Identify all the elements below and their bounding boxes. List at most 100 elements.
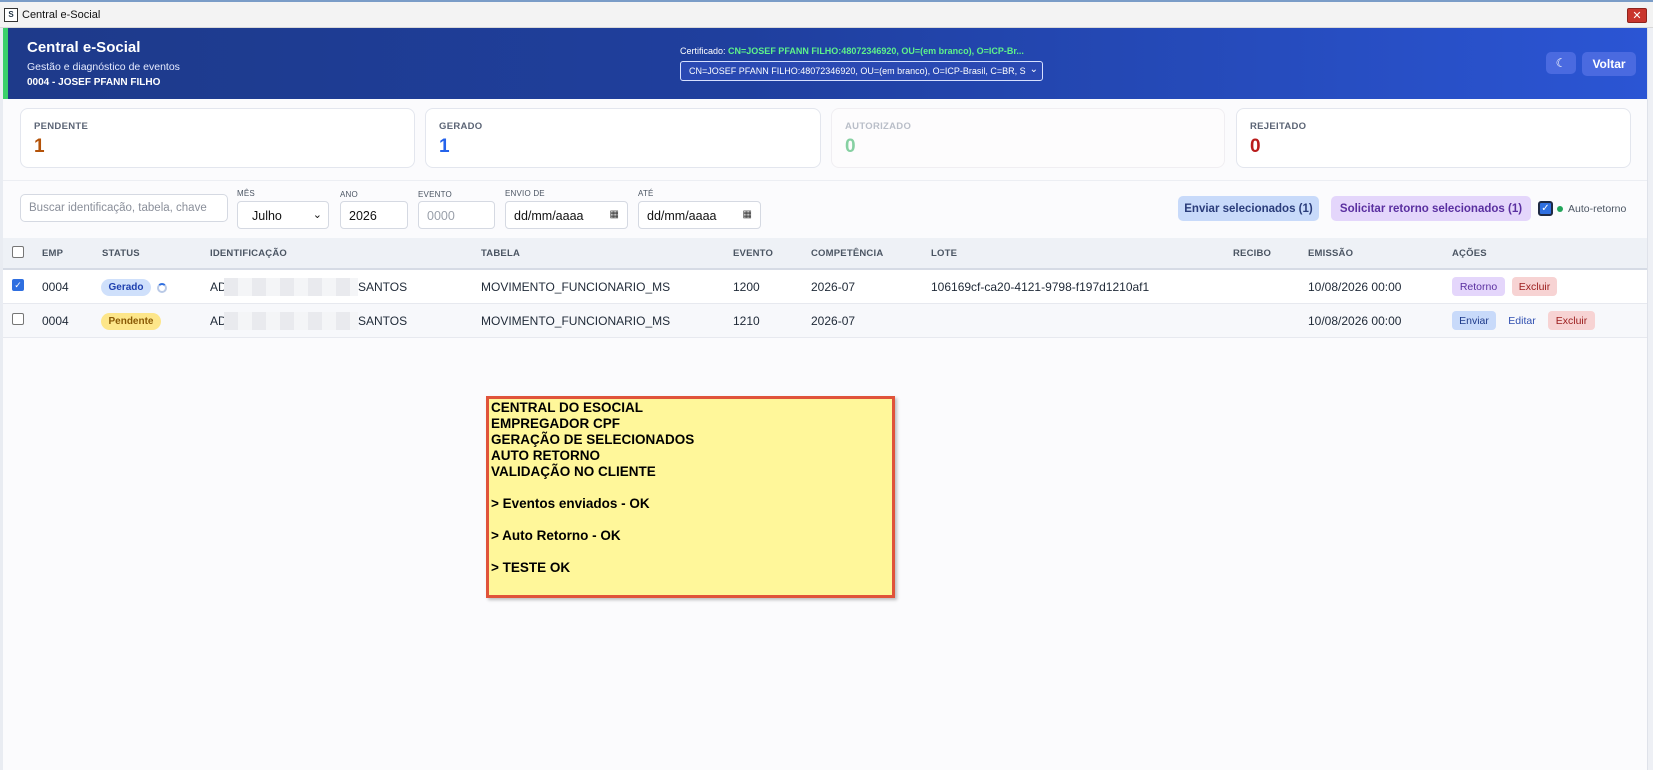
col-acoes: AÇÕES (1452, 248, 1487, 259)
auto-return-checkbox[interactable]: ✓ (1538, 201, 1553, 216)
request-return-selected-button[interactable]: Solicitar retorno selecionados (1) (1331, 196, 1531, 221)
redacted-name (224, 312, 358, 330)
redacted-name (224, 278, 358, 296)
window-title: Central e-Social (22, 8, 101, 21)
note-line (491, 512, 890, 528)
note-line: > Auto Retorno - OK (491, 528, 621, 543)
event-label: EVENTO (418, 190, 452, 199)
send-from-date[interactable]: dd/mm/aaaa ▦ (505, 201, 628, 229)
note-line: VALIDAÇÃO NO CLIENTE (491, 464, 656, 479)
page-title: Central e-Social (27, 39, 141, 56)
stat-card-autorizado[interactable]: AUTORIZADO 0 (831, 108, 1225, 168)
row-competencia: 2026-07 (811, 280, 856, 294)
stat-value: 1 (439, 136, 450, 157)
send-selected-button[interactable]: Enviar selecionados (1) (1178, 196, 1319, 221)
col-tabela[interactable]: TABELA (481, 248, 520, 259)
company-label: 0004 - JOSEF PFANN FILHO (27, 77, 161, 88)
stat-value: 1 (34, 136, 45, 157)
note-line: > Eventos enviados - OK (491, 496, 650, 511)
note-line (491, 480, 890, 496)
col-identificacao[interactable]: IDENTIFICAÇÃO (210, 248, 287, 259)
row-tabela: MOVIMENTO_FUNCIONARIO_MS (481, 280, 671, 294)
delete-button[interactable]: Excluir (1512, 277, 1557, 296)
row-tabela: MOVIMENTO_FUNCIONARIO_MS (481, 314, 671, 328)
row-checkbox[interactable] (12, 313, 24, 325)
certificate-select[interactable]: CN=JOSEF PFANN FILHO:48072346920, OU=(em… (680, 61, 1043, 81)
theme-toggle-button[interactable]: ☾ (1546, 52, 1576, 74)
auto-return-label: Auto-retorno (1568, 203, 1627, 215)
row-emissao: 10/08/2026 00:00 (1308, 280, 1402, 294)
note-line (491, 544, 890, 560)
month-select[interactable]: Julho ⌄ (237, 201, 329, 229)
search-input[interactable]: Buscar identificação, tabela, chave (20, 194, 228, 222)
col-emp[interactable]: EMP (42, 248, 63, 259)
app-logo-icon: S (4, 7, 18, 22)
send-from-label: ENVIO DE (505, 189, 545, 198)
window-titlebar: S Central e-Social ✕ (0, 0, 1653, 28)
send-button[interactable]: Enviar (1452, 311, 1496, 330)
status-badge: Gerado (101, 279, 151, 296)
delete-button[interactable]: Excluir (1548, 311, 1595, 330)
send-to-date[interactable]: dd/mm/aaaa ▦ (638, 201, 761, 229)
return-button[interactable]: Retorno (1452, 277, 1505, 296)
year-input[interactable]: 2026 (340, 201, 408, 229)
stat-value: 0 (845, 136, 856, 157)
window-left-border (0, 28, 3, 770)
chevron-down-icon: ⌄ (312, 209, 322, 221)
col-competencia[interactable]: COMPETÊNCIA (811, 248, 883, 259)
col-lote[interactable]: LOTE (931, 248, 957, 259)
stat-label: PENDENTE (34, 121, 89, 132)
row-id-end: SANTOS (358, 280, 408, 294)
loading-spinner-icon (157, 283, 167, 293)
select-all-checkbox[interactable] (12, 246, 24, 258)
note-line: EMPREGADOR CPF (491, 416, 621, 431)
send-to-label: ATÉ (638, 189, 654, 198)
stat-label: AUTORIZADO (845, 121, 912, 132)
stat-label: GERADO (439, 121, 483, 132)
certificate-label: Certificado: (680, 46, 726, 56)
certificate-info: Certificado: CN=JOSEF PFANN FILHO:480723… (680, 46, 1024, 56)
stat-card-pendente[interactable]: PENDENTE 1 (20, 108, 415, 168)
back-button[interactable]: Voltar (1582, 52, 1636, 76)
send-from-value: dd/mm/aaaa (514, 209, 584, 223)
chevron-down-icon: ⌄ (1029, 64, 1038, 75)
page-subtitle: Gestão e diagnóstico de eventos (27, 61, 180, 73)
row-evento: 1210 (733, 314, 760, 328)
scrollbar[interactable] (1647, 28, 1653, 770)
stat-value: 0 (1250, 136, 1261, 157)
certificate-value: CN=JOSEF PFANN FILHO:48072346920, OU=(em… (728, 46, 1024, 56)
row-emp: 0004 (42, 314, 69, 328)
row-emp: 0004 (42, 280, 69, 294)
row-evento: 1200 (733, 280, 760, 294)
row-competencia: 2026-07 (811, 314, 856, 328)
col-evento[interactable]: EVENTO (733, 248, 773, 259)
row-emissao: 10/08/2026 00:00 (1308, 314, 1402, 328)
status-badge: Pendente (101, 313, 161, 330)
auto-return-status-dot (1557, 206, 1563, 212)
note-line: CENTRAL DO ESOCIAL (491, 400, 644, 415)
moon-icon: ☾ (1555, 56, 1567, 70)
edit-button[interactable]: Editar (1502, 311, 1542, 330)
col-emissao[interactable]: EMISSÃO (1308, 248, 1353, 259)
row-lote: 106169cf-ca20-4121-9798-f197d1210af1 (931, 280, 1150, 294)
stat-card-rejeitado[interactable]: REJEITADO 0 (1236, 108, 1631, 168)
row-id-end: SANTOS (358, 314, 408, 328)
note-line: GERAÇÃO DE SELECIONADOS (491, 432, 695, 447)
calendar-icon[interactable]: ▦ (610, 209, 619, 220)
row-checkbox[interactable]: ✓ (12, 279, 24, 291)
calendar-icon[interactable]: ▦ (743, 209, 752, 220)
close-icon[interactable]: ✕ (1627, 8, 1647, 23)
stat-label: REJEITADO (1250, 121, 1307, 132)
month-value: Julho (252, 209, 282, 223)
event-input[interactable]: 0000 (418, 201, 495, 229)
sticky-note: CENTRAL DO ESOCIAL EMPREGADOR CPF GERAÇÃ… (486, 396, 895, 598)
send-to-value: dd/mm/aaaa (647, 209, 717, 223)
certificate-select-value: CN=JOSEF PFANN FILHO:48072346920, OU=(em… (689, 66, 1026, 76)
note-line: > TESTE OK (491, 560, 571, 575)
app-header: Central e-Social Gestão e diagnóstico de… (3, 28, 1647, 99)
year-label: ANO (340, 190, 358, 199)
month-label: MÊS (237, 189, 255, 198)
col-status[interactable]: STATUS (102, 248, 140, 259)
col-recibo[interactable]: RECIBO (1233, 248, 1271, 259)
stat-card-gerado[interactable]: GERADO 1 (425, 108, 821, 168)
